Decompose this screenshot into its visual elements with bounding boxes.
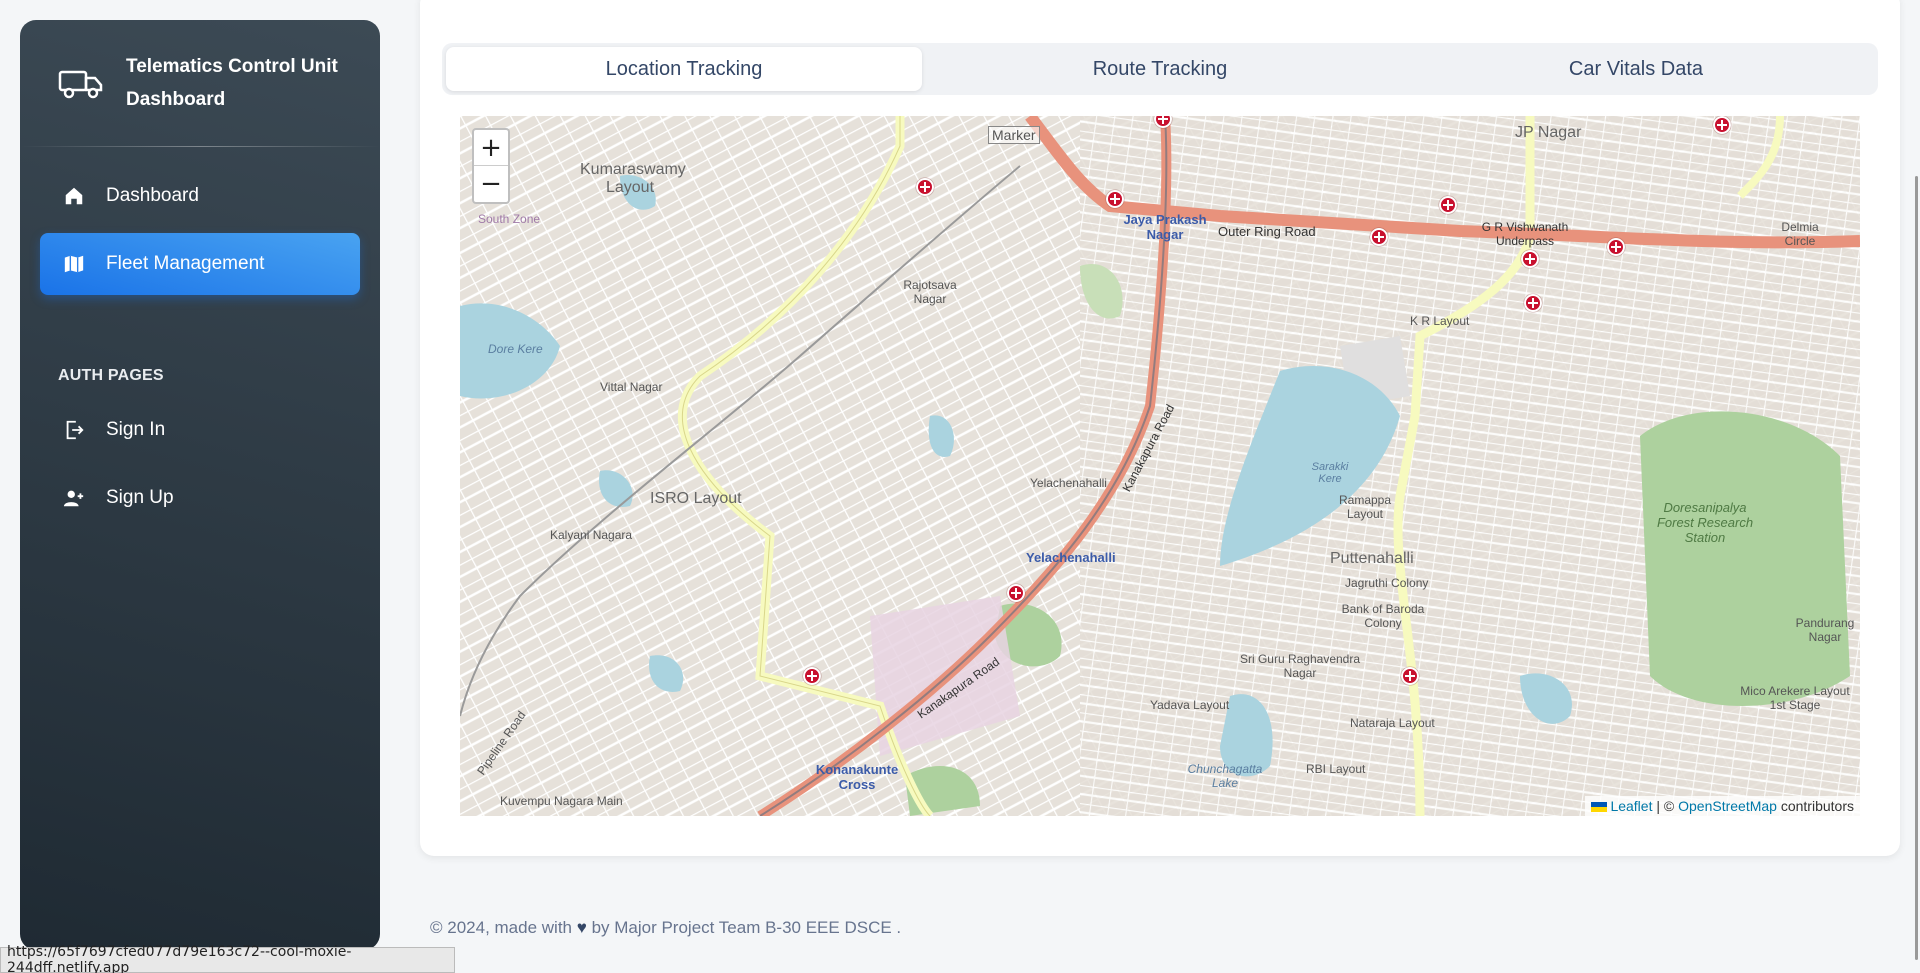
- user-plus-icon: [62, 486, 86, 510]
- leaflet-link[interactable]: Leaflet: [1610, 798, 1652, 814]
- map-label: Yadava Layout: [1150, 698, 1230, 712]
- map-label: Delmia Circle: [1781, 220, 1819, 248]
- map-label: Rajotsava Nagar: [903, 278, 957, 306]
- tab-route-tracking[interactable]: Route Tracking: [922, 47, 1398, 91]
- map-label: Yelachenahalli: [1026, 550, 1116, 565]
- section-title: AUTH PAGES: [58, 367, 164, 384]
- tab-car-vitals-data[interactable]: Car Vitals Data: [1398, 47, 1874, 91]
- brand[interactable]: Telematics Control Unit Dashboard: [20, 20, 380, 146]
- map-marker[interactable]: [916, 178, 934, 196]
- sidebar-item-fleet-management[interactable]: Fleet Management: [40, 233, 360, 295]
- map-marker[interactable]: [1439, 196, 1457, 214]
- footer: © 2024, made with ♥ by Major Project Tea…: [430, 918, 901, 938]
- sidebar-item-label: Sign In: [106, 419, 166, 440]
- map-label: Mico Arekere Layout 1st Stage: [1740, 684, 1850, 712]
- map-marker[interactable]: [1607, 238, 1625, 256]
- map-marker[interactable]: [1106, 190, 1124, 208]
- map-label: JP Nagar: [1515, 124, 1582, 141]
- map-label: Jaya Prakash Nagar: [1123, 212, 1207, 242]
- home-icon: [62, 184, 86, 208]
- fleet-card: Location Tracking Route Tracking Car Vit…: [420, 0, 1900, 856]
- map-label: K R Layout: [1410, 314, 1470, 328]
- map-label: Ramappa Layout: [1338, 493, 1392, 521]
- ukraine-flag-icon: [1591, 802, 1608, 813]
- attribution-suffix: contributors: [1776, 798, 1854, 814]
- map-marker[interactable]: [1713, 116, 1731, 134]
- map-label: Sarakki Kere: [1311, 461, 1349, 485]
- heart-icon: ♥: [576, 918, 587, 937]
- map-label: Konanakunte Cross: [815, 762, 899, 792]
- map-label: Yelachenahalli: [1030, 476, 1107, 490]
- zoom-in-button[interactable]: +: [474, 130, 508, 166]
- map-label: Kalyani Nagara: [550, 528, 633, 542]
- map-label: ISRO Layout: [650, 490, 742, 507]
- map-view[interactable]: + − Marker Kumaraswamy Layout Rajotsava …: [460, 116, 1860, 816]
- map-marker[interactable]: [1524, 294, 1542, 312]
- map-label: Kumaraswamy Layout: [580, 161, 686, 196]
- sidebar-item-sign-in[interactable]: Sign In: [40, 399, 360, 461]
- map-label: Dore Kere: [488, 342, 543, 356]
- sidebar-item-label: Fleet Management: [106, 253, 265, 274]
- map-marker[interactable]: [1521, 250, 1539, 268]
- map-label: Puttenahalli: [1330, 550, 1414, 567]
- map-label: South Zone: [478, 212, 541, 226]
- map-icon: [62, 252, 86, 276]
- map-label: Outer Ring Road: [1218, 224, 1316, 239]
- tab-bar: Location Tracking Route Tracking Car Vit…: [442, 43, 1878, 95]
- footer-suffix: by Major Project Team B-30 EEE DSCE .: [591, 918, 902, 937]
- brand-title: Telematics Control Unit Dashboard: [126, 56, 338, 110]
- map-label: Chunchagatta Lake: [1187, 762, 1263, 790]
- map-label: Doresanipalya Forest Research Station: [1656, 500, 1754, 545]
- scrollbar[interactable]: [1915, 176, 1918, 960]
- zoom-control: + −: [472, 128, 510, 204]
- map-label: RBI Layout: [1306, 762, 1366, 776]
- openstreetmap-link[interactable]: OpenStreetMap: [1678, 798, 1777, 814]
- map-label: Pandurang Nagar: [1795, 616, 1855, 644]
- map-marker[interactable]: [1007, 584, 1025, 602]
- sign-in-icon: [62, 418, 86, 442]
- map-label: Nataraja Layout: [1350, 716, 1435, 730]
- map-marker[interactable]: [1370, 228, 1388, 246]
- map-label: Vittal Nagar: [600, 380, 663, 394]
- sidebar-item-label: Dashboard: [106, 185, 199, 206]
- sidebar-item-sign-up[interactable]: Sign Up: [40, 467, 360, 529]
- map-label: Kuvempu Nagara Main: [500, 794, 623, 808]
- map-label: G R Vishwanath Underpass: [1481, 220, 1569, 248]
- sidebar-item-label: Sign Up: [106, 487, 174, 508]
- tab-location-tracking[interactable]: Location Tracking: [446, 47, 922, 91]
- sidebar-item-dashboard[interactable]: Dashboard: [40, 165, 360, 227]
- divider: [20, 146, 380, 147]
- footer-prefix: © 2024, made with: [430, 918, 572, 937]
- map-label: Sri Guru Raghavendra Nagar: [1239, 652, 1361, 680]
- zoom-out-button[interactable]: −: [474, 166, 508, 202]
- truck-icon: [58, 70, 103, 99]
- map-marker[interactable]: [803, 667, 821, 685]
- map-label: Bank of Baroda Colony: [1341, 602, 1425, 630]
- status-bar-url: https://65f7697cfed077d79e163c72--cool-m…: [0, 944, 455, 973]
- map-marker[interactable]: [1401, 667, 1419, 685]
- marker-label: Marker: [988, 126, 1040, 144]
- map-attribution: Leaflet | © OpenStreetMap contributors: [1585, 796, 1860, 816]
- map-label: Jagruthi Colony: [1345, 576, 1429, 590]
- attribution-separator: | ©: [1652, 798, 1679, 814]
- sidebar: Telematics Control Unit Dashboard Dashbo…: [20, 20, 380, 950]
